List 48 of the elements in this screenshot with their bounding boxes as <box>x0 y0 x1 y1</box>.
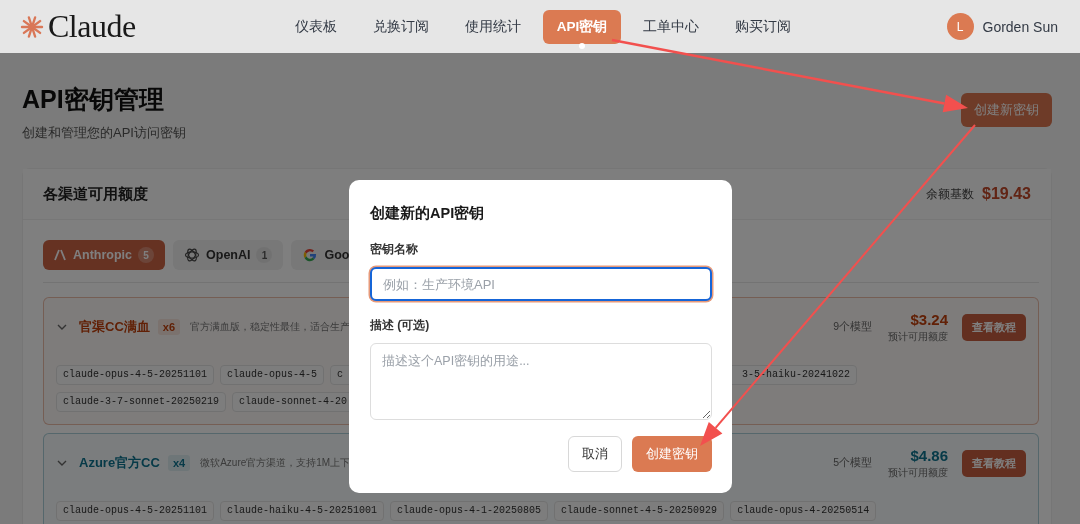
model-tag: claude-opus-4-5 <box>220 365 325 385</box>
model-count: 9个模型 <box>833 320 872 334</box>
balance-label: 余额基数 <box>926 185 975 203</box>
balance-value: $19.43 <box>982 185 1031 203</box>
knot-logo-icon <box>184 247 201 263</box>
slash-logo-icon <box>54 249 67 261</box>
tutorial-button[interactable]: 查看教程 <box>962 449 1026 477</box>
dialog-title: 创建新的API密钥 <box>370 204 486 223</box>
provider-tab[interactable]: OpenAI 1 <box>173 240 284 270</box>
amount-label: 预计可用额度 <box>888 465 948 480</box>
field-label: 密钥名称 <box>370 241 419 258</box>
page-title: API密钥管理 <box>22 84 165 115</box>
user-avatar[interactable]: L <box>946 13 974 40</box>
model-tag: claude-haiku-4-5-20251001 <box>220 501 385 521</box>
model-tag: claude-3-7-sonnet-20250219 <box>56 392 227 412</box>
estimated-amount: $4.86 <box>910 446 948 464</box>
nav-tab[interactable]: 仪表板 <box>280 9 351 44</box>
key-name-field[interactable]: 例如：生产环境API <box>370 267 712 301</box>
logo-text: Claude <box>48 8 136 45</box>
channel-name: 官渠CC满血 <box>79 318 150 336</box>
asterisk-logo-icon <box>20 14 44 39</box>
create-key-button[interactable]: 创建新密钥 <box>961 93 1052 127</box>
colored-g-logo-icon <box>302 247 319 263</box>
channel-name: Azure官方CC <box>79 454 160 472</box>
provider-tab[interactable]: Anthropic 5 <box>43 240 166 270</box>
model-count: 5个模型 <box>833 456 872 470</box>
model-tag: claude-opus-4-20250514 <box>730 501 877 521</box>
amount-label: 预计可用额度 <box>888 329 948 344</box>
panel-title: 各渠道可用额度 <box>43 184 148 204</box>
nav-tab[interactable]: 兑换订阅 <box>358 9 443 44</box>
description-field[interactable]: 描述这个API密钥的用途... <box>370 343 712 420</box>
count-badge: 1 <box>256 247 273 263</box>
estimated-amount: $3.24 <box>910 310 948 328</box>
model-tag: claude-opus-4-1-20250805 <box>390 501 549 521</box>
nav-tab[interactable]: 工单中心 <box>629 9 714 44</box>
active-indicator-dot <box>578 42 585 49</box>
nav-tab[interactable]: 使用统计 <box>450 9 535 44</box>
create-button[interactable]: 创建密钥 <box>632 436 712 472</box>
nav-tab[interactable]: 购买订阅 <box>721 9 806 44</box>
page-subtitle: 创建和管理您的API访问密钥 <box>22 124 186 142</box>
model-tag: claude-sonnet-4-5-20250929 <box>554 501 725 521</box>
nav-tab[interactable]: API密钥 <box>542 9 622 44</box>
model-tag: claude-opus-4-5-20251101 <box>56 365 215 385</box>
model-tag: claude-opus-4-5-20251101 <box>56 501 215 521</box>
cancel-button[interactable]: 取消 <box>568 436 622 472</box>
tutorial-button[interactable]: 查看教程 <box>962 313 1026 341</box>
user-name[interactable]: Gorden Sun <box>982 18 1058 35</box>
field-label: 描述 (可选) <box>370 317 431 334</box>
